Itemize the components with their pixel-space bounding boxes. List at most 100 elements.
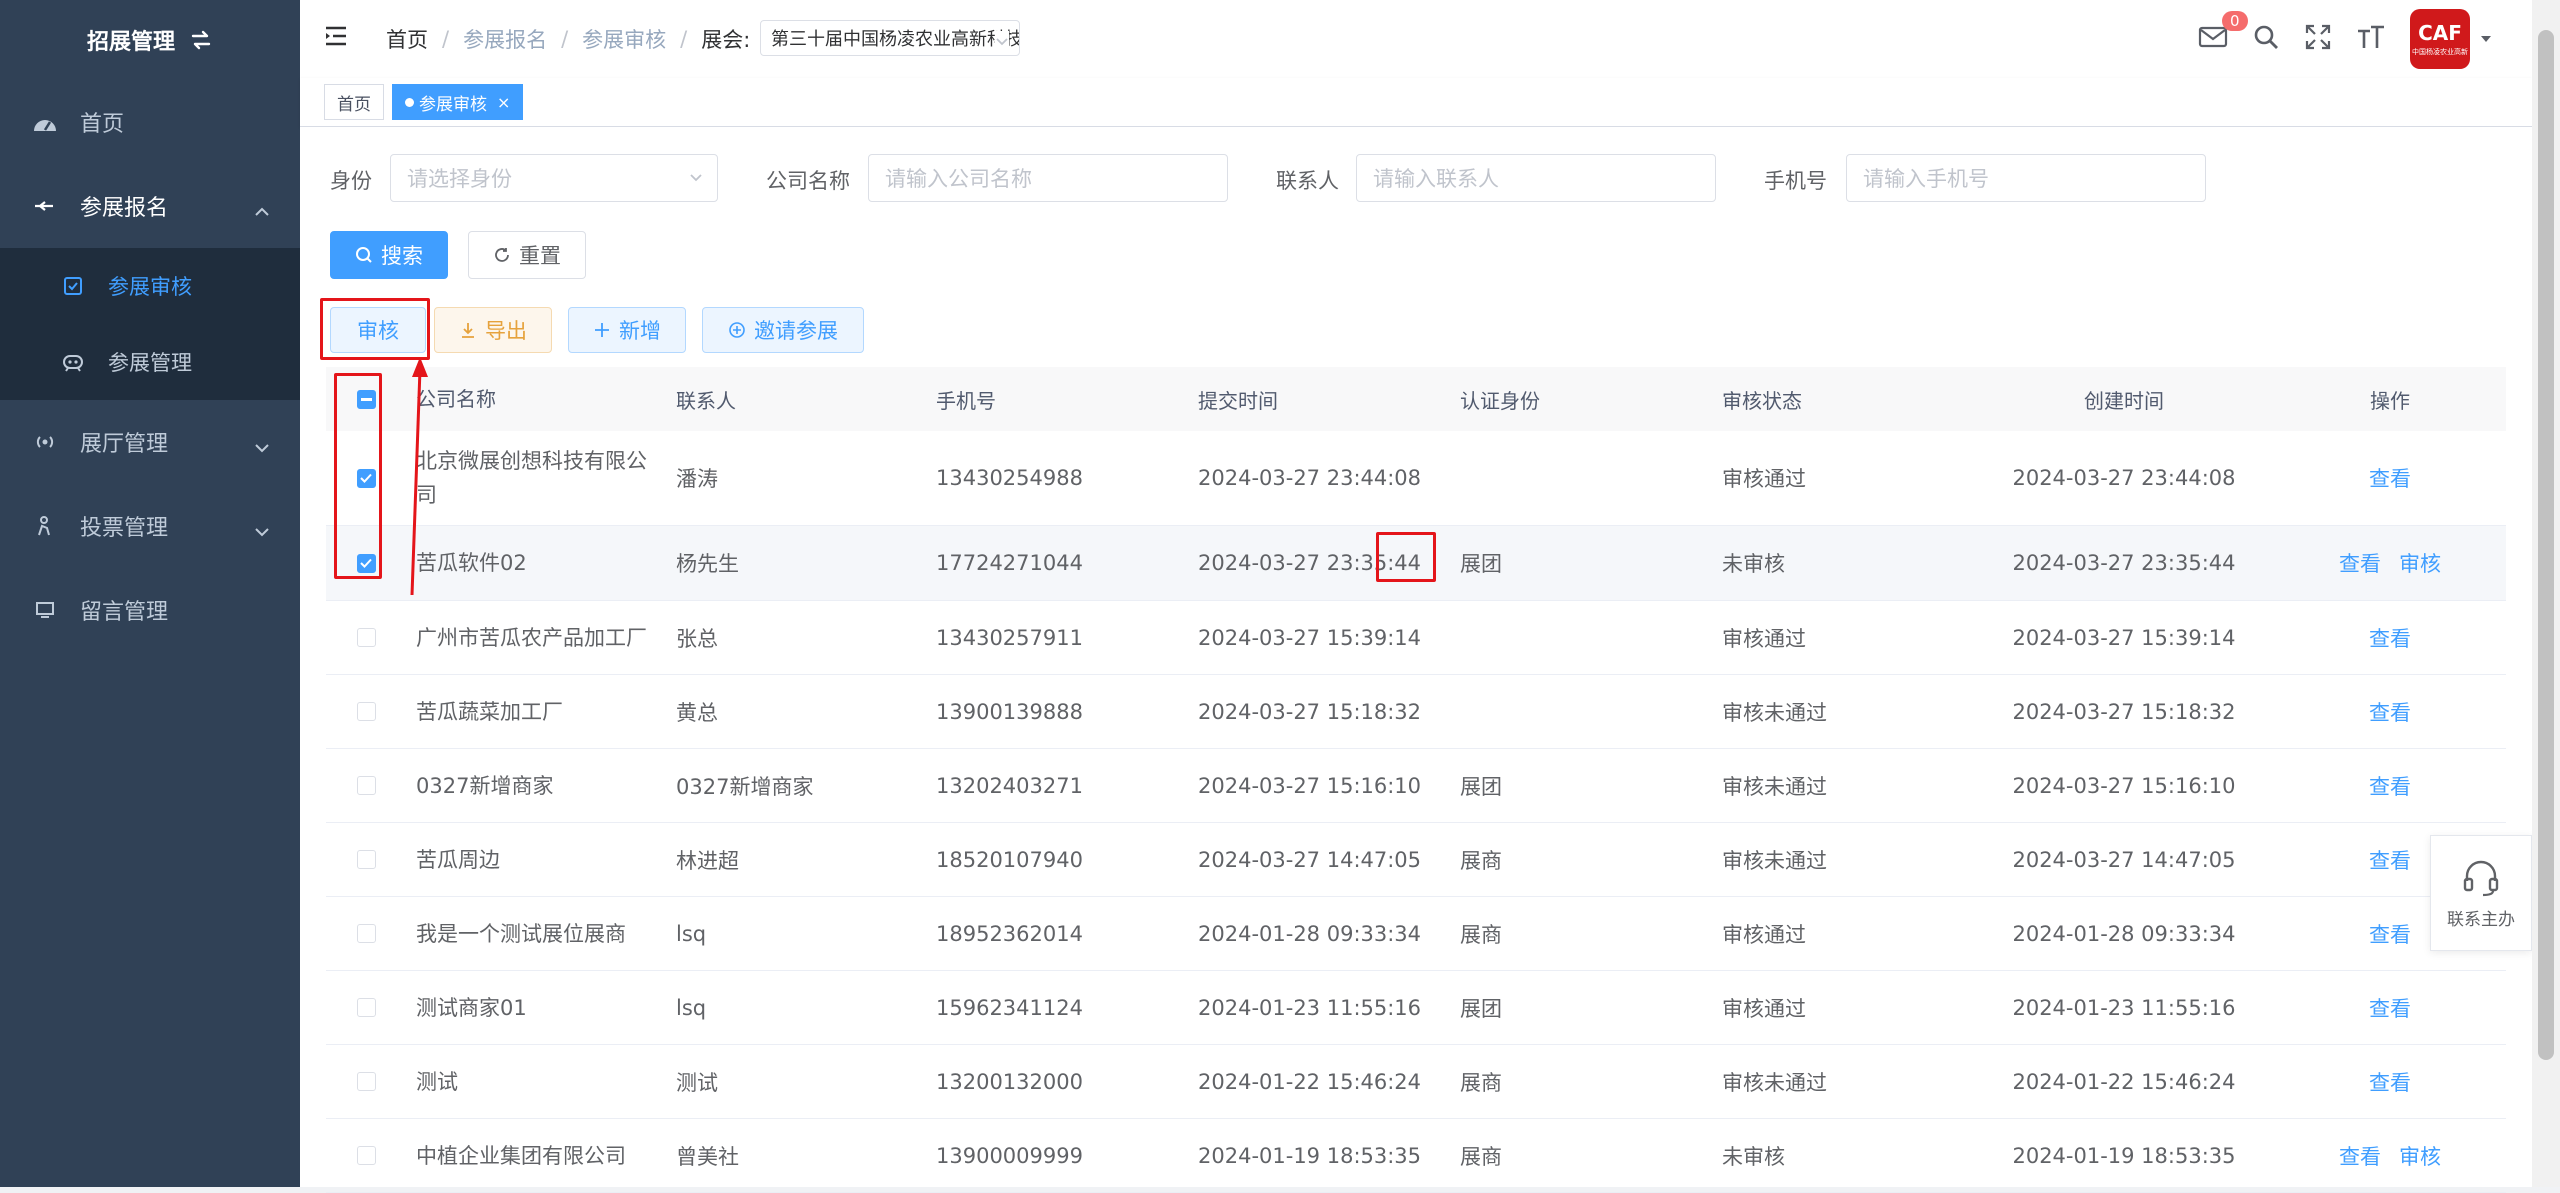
audit-button[interactable]: 审核 — [330, 307, 426, 353]
submit-time-cell: 2024-01-28 09:33:34 — [1198, 921, 1422, 946]
expo-select[interactable]: 第三十届中国杨凌农业高新科技成果博览会 — [760, 20, 1020, 56]
identity-cell: 展商 — [1460, 1144, 1502, 1169]
sidebar-item-hall[interactable]: 展厅管理 — [0, 400, 300, 484]
sidebar-item-home[interactable]: 首页 — [0, 80, 300, 164]
sidebar: 招展管理 首页 参展报名 参展审核 参展管理 展厅管理 投票管理 留言管理 — [0, 0, 300, 1187]
sidebar-item-registration[interactable]: 参展报名 — [0, 164, 300, 248]
column-header: 审核状态 — [1722, 388, 1802, 413]
company-cell: 中植企业集团有限公司 — [416, 1143, 626, 1168]
tag-home[interactable]: 首页 — [324, 84, 384, 120]
phone-cell: 13430254988 — [936, 466, 1083, 490]
page-scrollbar[interactable] — [2532, 0, 2560, 1187]
sidebar-item-message[interactable]: 留言管理 — [0, 568, 300, 652]
view-link[interactable]: 查看 — [2369, 919, 2411, 949]
sidebar-item-vote[interactable]: 投票管理 — [0, 484, 300, 568]
company-cell: 广州市苦瓜农产品加工厂 — [416, 625, 647, 650]
phone-placeholder: 请输入手机号 — [1863, 167, 1989, 191]
view-link[interactable]: 查看 — [2339, 548, 2381, 578]
audit-button-label: 审核 — [357, 319, 399, 343]
created-time-cell: 2024-01-28 09:33:34 — [2012, 921, 2236, 946]
identity-select[interactable]: 请选择身份 — [390, 154, 718, 202]
view-link[interactable]: 查看 — [2369, 623, 2411, 653]
submit-time-cell: 2024-01-19 18:53:35 — [1198, 1143, 1422, 1168]
breadcrumb-registration[interactable]: 参展报名 — [463, 24, 547, 54]
company-input[interactable]: 请输入公司名称 — [868, 154, 1228, 202]
breadcrumb-home[interactable]: 首页 — [386, 24, 428, 54]
row-checkbox[interactable] — [356, 468, 376, 488]
company-cell: 测试 — [416, 1069, 458, 1094]
company-cell: 苦瓜软件02 — [416, 551, 527, 575]
sidebar-submenu: 参展审核 参展管理 — [0, 248, 300, 400]
phone-input[interactable]: 请输入手机号 — [1846, 154, 2206, 202]
table-row: 测试商家01 lsq 15962341124 2024-01-23 11:55:16 展… — [326, 971, 2506, 1045]
checkbox-cell — [326, 468, 406, 488]
export-button[interactable]: 导出 — [434, 307, 552, 353]
created-time-cell: 2024-03-27 15:39:14 — [2012, 625, 2236, 650]
app-title: 招展管理 — [0, 0, 300, 80]
contact-label: 联系人 — [1276, 169, 1339, 193]
contact-cell: 张总 — [676, 626, 718, 651]
status-cell: 审核未通过 — [1722, 700, 1827, 725]
tag-exhibit-audit[interactable]: 参展审核 × — [392, 84, 524, 120]
avatar[interactable]: CAF 中国杨凌农业高新 — [2410, 9, 2470, 69]
row-checkbox[interactable] — [356, 628, 376, 647]
mail-icon[interactable]: 0 — [2198, 11, 2248, 53]
row-checkbox[interactable] — [356, 924, 376, 943]
invite-button[interactable]: 邀请参展 — [702, 307, 864, 353]
tag-label: 首页 — [337, 94, 371, 115]
row-checkbox[interactable] — [356, 702, 376, 721]
fullscreen-icon[interactable] — [2304, 23, 2332, 55]
view-link[interactable]: 查看 — [2369, 845, 2411, 875]
invite-button-label: 邀请参展 — [754, 319, 838, 343]
download-icon — [462, 323, 474, 338]
table-body: 北京微展创想科技有限公司 潘涛 13430254988 2024-03-27 23:4… — [326, 431, 2506, 1193]
row-checkbox[interactable] — [356, 553, 376, 573]
select-all-checkbox[interactable] — [356, 389, 376, 409]
table-header: 公司名称 联系人 手机号 提交时间 认证身份 审核状态 创建时间 操作 — [326, 367, 2506, 431]
audit-link[interactable]: 审核 — [2399, 548, 2441, 578]
view-link[interactable]: 查看 — [2339, 1141, 2381, 1171]
reset-button[interactable]: 重置 — [468, 231, 586, 279]
contact-cell: 黄总 — [676, 700, 718, 725]
phone-cell: 17724271044 — [936, 551, 1083, 575]
close-icon[interactable]: × — [497, 93, 510, 112]
row-checkbox[interactable] — [356, 776, 376, 795]
checkbox-cell — [326, 1072, 406, 1091]
view-link[interactable]: 查看 — [2369, 993, 2411, 1023]
sidebar-item-label: 展厅管理 — [80, 432, 169, 457]
hamburger-icon[interactable] — [324, 24, 348, 52]
breadcrumb-separator: / — [561, 27, 569, 51]
user-menu[interactable]: CAF 中国杨凌农业高新 — [2410, 9, 2492, 69]
table-row: 0327新增商家 0327新增商家 13202403271 2024-03-27 15… — [326, 749, 2506, 823]
view-link[interactable]: 查看 — [2369, 697, 2411, 727]
phone-cell: 13900009999 — [936, 1143, 1083, 1168]
scrollbar-thumb[interactable] — [2538, 30, 2554, 1060]
broadcast-icon — [32, 429, 58, 455]
contact-cell: 曾美社 — [676, 1144, 739, 1169]
active-dot — [405, 97, 414, 107]
contact-placeholder: 请输入联系人 — [1373, 167, 1499, 191]
column-header: 手机号 — [936, 388, 996, 413]
row-checkbox[interactable] — [356, 850, 376, 869]
view-link[interactable]: 查看 — [2369, 463, 2411, 493]
search-button[interactable]: 搜索 — [330, 231, 448, 279]
contact-organizer-button[interactable]: 联系主办 — [2430, 835, 2532, 951]
switch-icon[interactable] — [189, 29, 213, 51]
tag-label: 参展审核 — [419, 94, 487, 115]
audit-link[interactable]: 审核 — [2399, 1141, 2441, 1171]
view-link[interactable]: 查看 — [2369, 771, 2411, 801]
contact-input[interactable]: 请输入联系人 — [1356, 154, 1716, 202]
add-button[interactable]: 新增 — [568, 307, 686, 353]
sidebar-item-exhibit-manage[interactable]: 参展管理 — [0, 324, 300, 400]
refresh-icon — [495, 248, 509, 262]
table-row: 苦瓜蔬菜加工厂 黄总 13900139888 2024-03-27 15:18:32 审… — [326, 675, 2506, 749]
row-checkbox[interactable] — [356, 1072, 376, 1091]
view-link[interactable]: 查看 — [2369, 1067, 2411, 1097]
row-checkbox[interactable] — [356, 998, 376, 1017]
row-checkbox[interactable] — [356, 1146, 376, 1165]
font-size-icon[interactable] — [2356, 23, 2386, 55]
sidebar-item-exhibit-audit[interactable]: 参展审核 — [0, 248, 300, 324]
checkbox-cell — [326, 850, 406, 869]
search-icon[interactable] — [2252, 23, 2280, 55]
column-header: 公司名称 — [416, 387, 496, 411]
